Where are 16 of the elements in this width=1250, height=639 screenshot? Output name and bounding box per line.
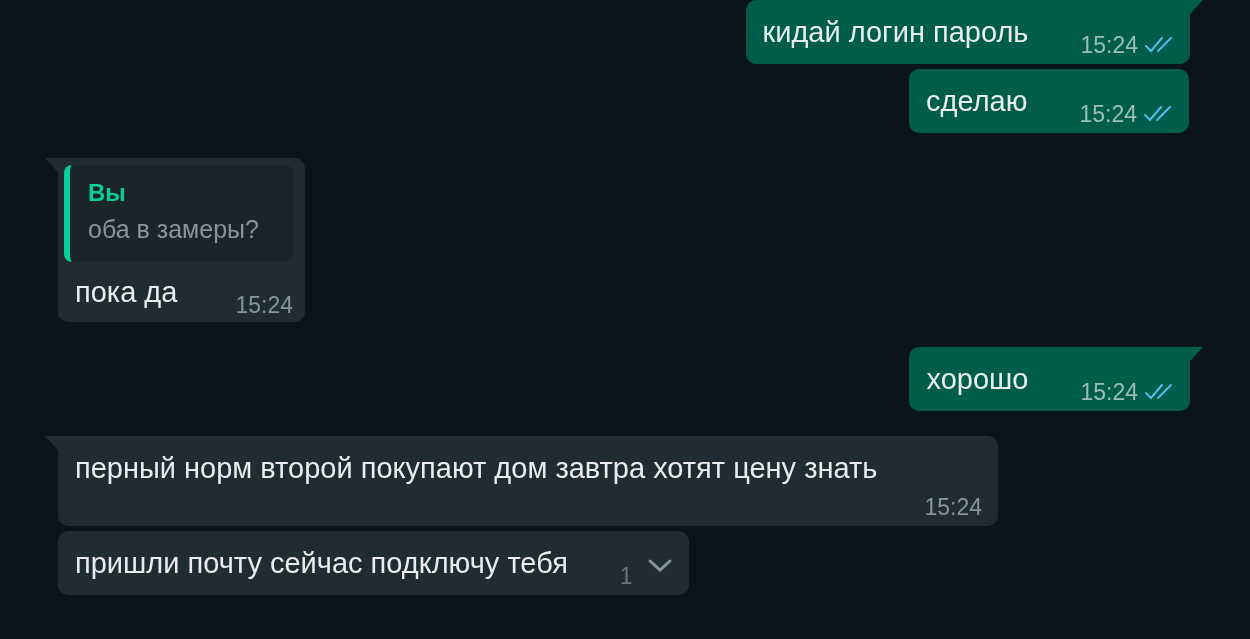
message-text: пока да (75, 275, 178, 310)
message-text: пришли почту сейчас подключу тебя (75, 546, 568, 581)
message-text: кидай логин пароль (762, 15, 1029, 50)
quoted-message[interactable]: Вы оба в замеры? (64, 165, 293, 262)
message-text: перный норм второй покупают дом завтра хотят цену знать (75, 451, 878, 486)
message-time: 15:24 (1080, 379, 1138, 405)
quote-author: Вы (88, 179, 127, 207)
quote-text: оба в замеры? (88, 215, 259, 244)
message-time: 1 (619, 563, 633, 589)
chevron-down-icon[interactable] (646, 557, 673, 575)
message-time: 15:24 (1080, 32, 1138, 58)
message-time: 15:24 (235, 292, 293, 318)
message-text: хорошо (926, 362, 1029, 397)
message-time: 15:24 (1079, 101, 1137, 127)
message-text: сделаю (926, 84, 1028, 119)
message-time: 15:24 (924, 494, 982, 520)
